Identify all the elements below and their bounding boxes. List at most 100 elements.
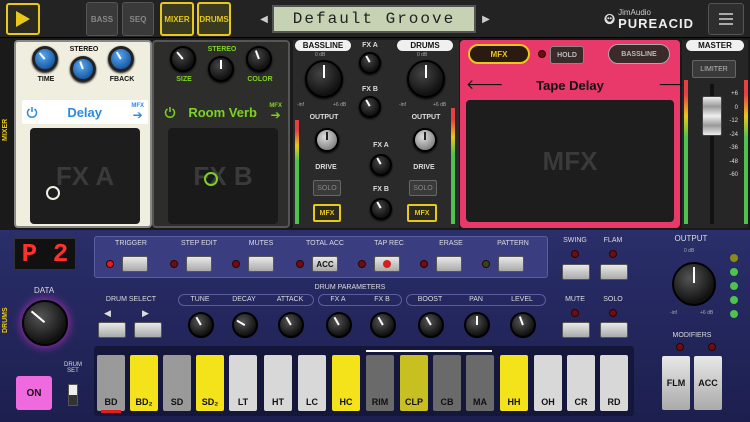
tab-drums[interactable]: DRUMS: [197, 2, 231, 36]
pad-sd2[interactable]: SD₂: [196, 355, 224, 411]
level-knob[interactable]: [510, 312, 536, 338]
flam-modifier-button[interactable]: FLM: [662, 356, 690, 410]
level-label: LEVEL: [511, 296, 533, 303]
pad-bd[interactable]: BD: [97, 355, 125, 411]
pad-rd[interactable]: RD: [600, 355, 628, 411]
mfx-target-mfx-button[interactable]: MFX: [468, 44, 530, 64]
swing-button[interactable]: [562, 264, 590, 280]
fx-b-pad-cursor[interactable]: [204, 172, 218, 186]
pad-bd-selected-indicator: [101, 410, 121, 413]
drums-output-knob[interactable]: [407, 60, 445, 98]
pad-oh[interactable]: OH: [534, 355, 562, 411]
drums-fxa-knob[interactable]: [370, 154, 392, 176]
pad-hh[interactable]: HH: [500, 355, 528, 411]
prev-pattern-button[interactable]: ◀: [258, 10, 270, 28]
bassline-fxb-knob[interactable]: [359, 96, 381, 118]
mfx-target-bassline-button[interactable]: BASSLINE: [608, 44, 670, 64]
tune-knob[interactable]: [188, 312, 214, 338]
fx-b-header[interactable]: Room Verb MFX ➔: [160, 100, 286, 124]
master-section: MASTER LIMITER +6 0 -12 -24 -36 -48 -60: [682, 40, 748, 228]
feedback-knob[interactable]: [108, 46, 134, 72]
feedback-label: FBACK: [109, 76, 135, 83]
size-knob[interactable]: [170, 46, 196, 72]
bassline-drive-knob[interactable]: [315, 128, 339, 152]
pad-cr[interactable]: CR: [567, 355, 595, 411]
tap-rec-button[interactable]: [374, 256, 400, 272]
flam-button[interactable]: [600, 264, 628, 280]
param-fxa-knob[interactable]: [326, 312, 352, 338]
power-icon[interactable]: [26, 106, 38, 118]
fx-b-xy-pad[interactable]: FX B: [168, 128, 278, 224]
trigger-button[interactable]: [122, 256, 148, 272]
attack-knob[interactable]: [278, 312, 304, 338]
pad-lt[interactable]: LT: [229, 355, 257, 411]
pattern-number-display: P 2: [14, 238, 76, 270]
menu-button[interactable]: [708, 3, 744, 35]
play-button[interactable]: [6, 3, 40, 35]
mfx-hold-button[interactable]: HOLD: [550, 46, 584, 64]
drums-drive-knob[interactable]: [413, 128, 437, 152]
drums-mfx-button[interactable]: MFX: [407, 204, 437, 222]
drum-set-switch[interactable]: [68, 384, 78, 406]
color-knob[interactable]: [246, 46, 272, 72]
pad-lc[interactable]: LC: [298, 355, 326, 411]
decay-knob[interactable]: [232, 312, 258, 338]
arrow-right-icon[interactable]: ➔: [271, 109, 281, 121]
drums-on-button[interactable]: ON: [16, 376, 52, 410]
mfx-xy-pad[interactable]: MFX: [466, 100, 674, 222]
drums-fxb-knob[interactable]: [370, 198, 392, 220]
stereo-b-knob[interactable]: [208, 56, 234, 82]
total-acc-label: TOTAL ACC: [306, 240, 344, 247]
pad-hc[interactable]: HC: [332, 355, 360, 411]
tab-seq[interactable]: SEQ: [122, 2, 154, 36]
solo-button[interactable]: [600, 322, 628, 338]
data-knob[interactable]: [22, 300, 68, 346]
step-edit-button[interactable]: [186, 256, 212, 272]
drum-output-knob[interactable]: [672, 262, 716, 306]
pad-clp[interactable]: CLP: [400, 355, 428, 411]
mfx-effect-name: Tape Delay: [536, 78, 604, 93]
tab-bass[interactable]: BASS: [86, 2, 118, 36]
pad-ht[interactable]: HT: [264, 355, 292, 411]
param-fxb-knob[interactable]: [370, 312, 396, 338]
bassline-output-knob[interactable]: [305, 60, 343, 98]
fx-a-xy-pad[interactable]: FX A: [30, 128, 140, 224]
master-fader-handle[interactable]: [702, 96, 722, 136]
drum-select-next-button[interactable]: [134, 322, 162, 338]
boost-label: BOOST: [417, 296, 443, 303]
pad-cb[interactable]: CB: [433, 355, 461, 411]
param-fxa-label: FX A: [330, 296, 346, 303]
time-knob[interactable]: [32, 46, 58, 72]
fx-a-header[interactable]: Delay MFX ➔: [22, 100, 148, 124]
mute-button[interactable]: [562, 322, 590, 338]
tab-mixer[interactable]: MIXER: [160, 2, 194, 36]
pad-ma[interactable]: MA: [466, 355, 494, 411]
drum-select-prev-button[interactable]: [98, 322, 126, 338]
next-pattern-button[interactable]: ▶: [480, 10, 492, 28]
mutes-button[interactable]: [248, 256, 274, 272]
bassline-fxa-knob[interactable]: [359, 52, 381, 74]
limiter-button[interactable]: LIMITER: [692, 60, 736, 78]
arrow-right-icon[interactable]: ➔: [133, 109, 143, 121]
bassline-solo-button[interactable]: SOLO: [313, 180, 341, 196]
mute-label: MUTE: [565, 296, 585, 303]
pad-bd2[interactable]: BD₂: [130, 355, 158, 411]
accent-modifier-button[interactable]: ACC: [694, 356, 722, 410]
pad-sd[interactable]: SD: [163, 355, 191, 411]
mute-led: [571, 309, 579, 317]
size-label: SIZE: [176, 76, 192, 83]
master-meter-left: [684, 80, 688, 224]
bassline-mfx-button[interactable]: MFX: [313, 204, 341, 222]
erase-label: ERASE: [439, 240, 463, 247]
total-acc-button[interactable]: ACC: [312, 256, 338, 272]
power-icon[interactable]: [164, 106, 176, 118]
fx-a-pad-cursor[interactable]: [46, 186, 60, 200]
boost-knob[interactable]: [418, 312, 444, 338]
play-icon: [16, 11, 30, 27]
stereo-knob[interactable]: [70, 56, 96, 82]
pan-knob[interactable]: [464, 312, 490, 338]
drums-solo-button[interactable]: SOLO: [409, 180, 437, 196]
pattern-button[interactable]: [498, 256, 524, 272]
erase-button[interactable]: [436, 256, 462, 272]
pad-rim[interactable]: RIM: [366, 355, 394, 411]
